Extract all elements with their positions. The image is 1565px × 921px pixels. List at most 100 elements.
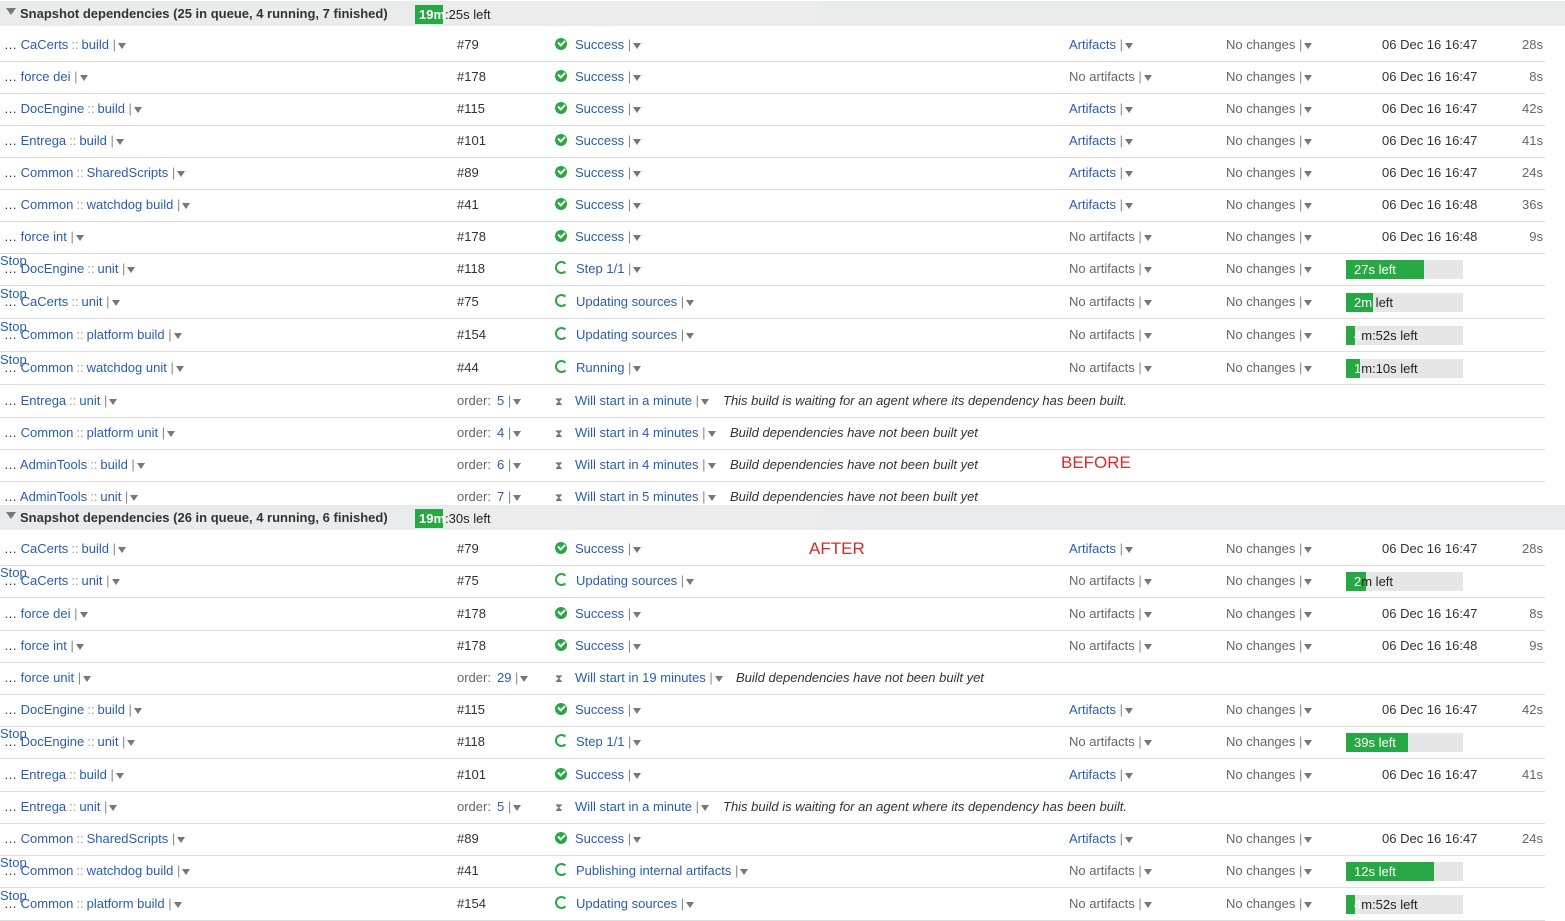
dropdown-icon[interactable]	[1143, 365, 1152, 372]
dropdown-icon[interactable]	[633, 42, 642, 49]
project-link[interactable]: DocEngine	[21, 702, 85, 717]
dropdown-icon[interactable]	[1304, 266, 1313, 273]
artifacts-link[interactable]: Artifacts	[1069, 767, 1116, 782]
dropdown-icon[interactable]	[83, 675, 92, 682]
status-link[interactable]: Success	[575, 69, 624, 84]
status-link[interactable]: Success	[575, 229, 624, 244]
dropdown-icon[interactable]	[686, 332, 695, 339]
order-value[interactable]: 29	[497, 670, 511, 685]
status-link[interactable]: Success	[575, 197, 624, 212]
dropdown-icon[interactable]	[111, 299, 120, 306]
collapse-triangle-icon[interactable]	[6, 8, 16, 15]
status-link[interactable]: Will start in a minute	[575, 799, 692, 814]
project-link[interactable]: CaCerts	[21, 573, 69, 588]
artifacts-link[interactable]: Artifacts	[1069, 133, 1116, 148]
build-config-link[interactable]: force int	[21, 229, 67, 244]
status-link[interactable]: Will start in 19 minutes	[575, 670, 706, 685]
build-number[interactable]: #178	[457, 229, 486, 244]
dropdown-icon[interactable]	[1304, 836, 1313, 843]
dropdown-icon[interactable]	[633, 611, 642, 618]
dropdown-icon[interactable]	[1304, 42, 1313, 49]
dropdown-icon[interactable]	[115, 138, 124, 145]
status-link[interactable]: Will start in 4 minutes	[575, 457, 699, 472]
dropdown-icon[interactable]	[686, 578, 695, 585]
dropdown-icon[interactable]	[1124, 836, 1133, 843]
dropdown-icon[interactable]	[1143, 332, 1152, 339]
changes-label[interactable]: No changes	[1226, 863, 1295, 878]
build-config-link[interactable]: force dei	[21, 606, 71, 621]
dropdown-icon[interactable]	[1124, 138, 1133, 145]
dropdown-icon[interactable]	[1304, 868, 1313, 875]
changes-label[interactable]: No changes	[1226, 831, 1295, 846]
build-number[interactable]: #44	[457, 360, 479, 375]
build-config-link[interactable]: build	[82, 37, 109, 52]
dropdown-icon[interactable]	[75, 643, 84, 650]
dropdown-icon[interactable]	[1304, 643, 1313, 650]
dropdown-icon[interactable]	[513, 494, 522, 501]
dropdown-icon[interactable]	[1304, 739, 1313, 746]
build-number[interactable]: #79	[457, 37, 479, 52]
dropdown-icon[interactable]	[633, 772, 642, 779]
artifacts-link[interactable]: Artifacts	[1069, 165, 1116, 180]
dropdown-icon[interactable]	[1304, 611, 1313, 618]
dropdown-icon[interactable]	[633, 739, 642, 746]
status-link[interactable]: Publishing internal artifacts	[576, 863, 731, 878]
changes-label[interactable]: No changes	[1226, 261, 1295, 276]
dropdown-icon[interactable]	[1124, 707, 1133, 714]
dropdown-icon[interactable]	[1304, 299, 1313, 306]
changes-label[interactable]: No changes	[1226, 69, 1295, 84]
dropdown-icon[interactable]	[79, 74, 88, 81]
dropdown-icon[interactable]	[633, 707, 642, 714]
artifacts-link[interactable]: Artifacts	[1069, 831, 1116, 846]
status-link[interactable]: Success	[575, 638, 624, 653]
dropdown-icon[interactable]	[633, 138, 642, 145]
group-header[interactable]: Snapshot dependencies (25 in queue, 4 ru…	[0, 1, 1565, 26]
dropdown-icon[interactable]	[513, 398, 522, 405]
dropdown-icon[interactable]	[127, 266, 136, 273]
changes-label[interactable]: No changes	[1226, 327, 1295, 342]
changes-label[interactable]: No changes	[1226, 165, 1295, 180]
changes-label[interactable]: No changes	[1226, 101, 1295, 116]
build-config-link[interactable]: build	[100, 457, 127, 472]
dropdown-icon[interactable]	[118, 42, 127, 49]
status-link[interactable]: Success	[575, 101, 624, 116]
project-link[interactable]: Common	[21, 863, 74, 878]
dropdown-icon[interactable]	[1304, 138, 1313, 145]
build-number[interactable]: #89	[457, 831, 479, 846]
build-config-link[interactable]: watchdog build	[87, 863, 174, 878]
build-number[interactable]: #178	[457, 606, 486, 621]
dropdown-icon[interactable]	[1143, 234, 1152, 241]
dropdown-icon[interactable]	[1304, 901, 1313, 908]
build-number[interactable]: #154	[457, 896, 486, 911]
build-config-link[interactable]: unit	[82, 294, 103, 309]
dropdown-icon[interactable]	[707, 430, 716, 437]
build-number[interactable]: #89	[457, 165, 479, 180]
dropdown-icon[interactable]	[1124, 106, 1133, 113]
status-link[interactable]: Updating sources	[576, 573, 677, 588]
build-config-link[interactable]: force unit	[21, 670, 74, 685]
dropdown-icon[interactable]	[633, 234, 642, 241]
build-number[interactable]: #154	[457, 327, 486, 342]
changes-label[interactable]: No changes	[1226, 541, 1295, 556]
dropdown-icon[interactable]	[1124, 202, 1133, 209]
dropdown-icon[interactable]	[167, 430, 176, 437]
status-link[interactable]: Success	[575, 831, 624, 846]
dropdown-icon[interactable]	[1143, 74, 1152, 81]
project-link[interactable]: Entrega	[21, 393, 67, 408]
status-link[interactable]: Success	[575, 541, 624, 556]
status-link[interactable]: Step 1/1	[576, 261, 624, 276]
status-link[interactable]: Success	[575, 37, 624, 52]
build-config-link[interactable]: build	[82, 541, 109, 556]
status-link[interactable]: Will start in a minute	[575, 393, 692, 408]
dropdown-icon[interactable]	[1304, 546, 1313, 553]
dropdown-icon[interactable]	[513, 804, 522, 811]
dropdown-icon[interactable]	[1124, 42, 1133, 49]
build-number[interactable]: #41	[457, 197, 479, 212]
dropdown-icon[interactable]	[633, 643, 642, 650]
build-number[interactable]: #79	[457, 541, 479, 556]
dropdown-icon[interactable]	[633, 546, 642, 553]
dropdown-icon[interactable]	[1304, 170, 1313, 177]
status-link[interactable]: Updating sources	[576, 294, 677, 309]
build-number[interactable]: #178	[457, 69, 486, 84]
status-link[interactable]: Running	[576, 360, 624, 375]
